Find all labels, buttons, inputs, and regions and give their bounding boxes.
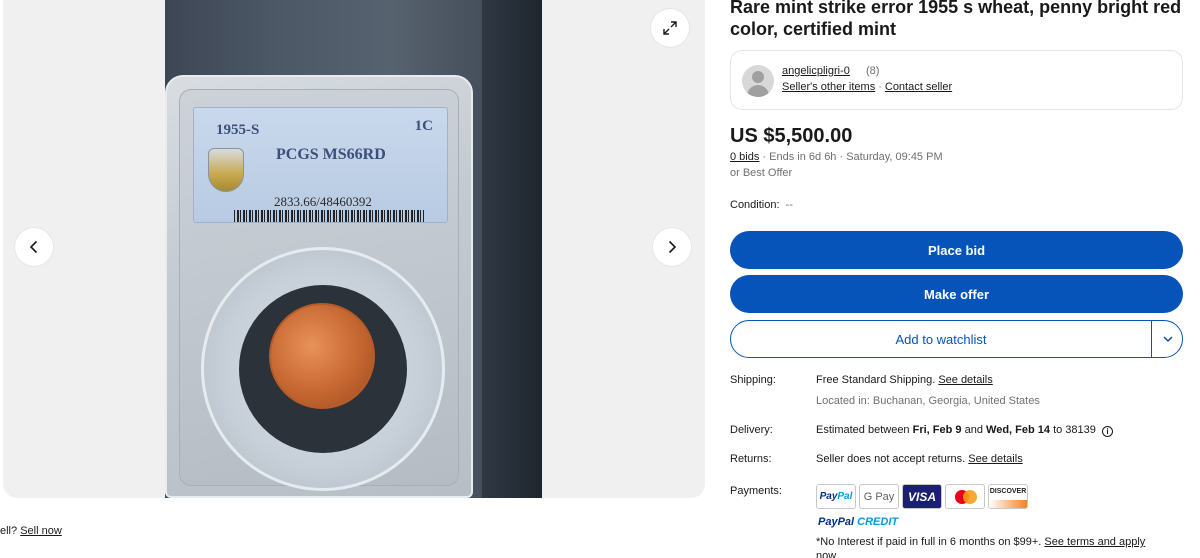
pcgs-shield-icon [208,148,244,192]
slab-year: 1955-S [216,122,260,138]
expand-icon [663,21,677,35]
coin-slab: 1955-S 1C PCGS MS66RD 2833.66/48460392 [165,75,473,498]
shipping-value: Free Standard Shipping. See details [816,374,993,386]
image-gallery: 1955-S 1C PCGS MS66RD 2833.66/48460392 [3,0,705,498]
contact-seller-link[interactable]: Contact seller [885,81,952,93]
separator-dot: · [878,81,882,93]
delivery-start: Fri, Feb 9 [912,424,962,436]
paypal-a: Pay [819,491,838,502]
mastercard-logo-icon [945,484,985,509]
seller-feedback-count: (8) [866,65,880,77]
shipping-label: Shipping: [730,374,776,386]
payment-methods: Pay Pal G Pay VISA DISCOVER [816,484,1028,509]
delivery-suffix: to 38139 [1053,424,1096,436]
avatar-body [747,85,769,97]
avatar-head [752,71,764,83]
shipping-text: Free Standard Shipping. [816,374,936,386]
seller-links: Seller's other items · Contact seller [782,81,952,93]
make-offer-button[interactable]: Make offer [730,275,1183,313]
delivery-end: Wed, Feb 14 [986,424,1050,436]
avatar[interactable] [742,65,774,97]
place-bid-button[interactable]: Place bid [730,231,1183,269]
discover-logo-icon: DISCOVER [988,484,1028,509]
bids-link[interactable]: 0 bids [730,151,759,163]
paypal-credit-a: PayPal [818,516,855,528]
price: US $5,500.00 [730,125,853,147]
sell-prompt: ell? Sell now [0,525,62,537]
delivery-prefix: Estimated between [816,424,910,436]
seller-other-items-link[interactable]: Seller's other items [782,81,875,93]
paypal-credit-b: CREDIT [857,516,899,528]
returns-label: Returns: [730,453,772,465]
sell-prompt-text: ell? [0,525,18,537]
condition: Condition: -- [730,199,793,211]
condition-label: Condition: [730,199,780,211]
returns-value: Seller does not accept returns. See deta… [816,453,1023,465]
penny-coin [269,303,375,409]
seller-name-link[interactable]: angelicpligri-0 [782,65,850,77]
discover-bar [989,500,1027,508]
info-icon[interactable]: i [1101,426,1113,437]
separator-dot: · [762,151,767,163]
listing-title: Rare mint strike error 1955 s wheat, pen… [730,0,1182,39]
item-location: Located in: Buchanan, Georgia, United St… [816,395,1040,407]
condition-value: -- [785,199,793,211]
chevron-down-icon [1162,336,1173,343]
seller-card: angelicpligri-0 (8) Seller's other items… [730,50,1183,110]
auction-ends: Ends in 6d 6h · Saturday, 09:45 PM [769,151,943,163]
delivery-value: Estimated between Fri, Feb 9 and Wed, Fe… [816,424,1113,437]
paypal-b: Pal [837,491,853,502]
watchlist-control: Add to watchlist [730,320,1183,358]
delivery-and: and [964,424,983,436]
visa-logo-icon: VISA [902,484,942,509]
delivery-label: Delivery: [730,424,773,436]
financing-text: *No Interest if paid in full in 6 months… [816,536,1042,548]
slab-cert: 2833.66/48460392 [274,194,372,209]
shipping-details-link[interactable]: See details [938,374,992,386]
prev-image-button[interactable] [15,228,53,266]
returns-text: Seller does not accept returns. [816,453,966,465]
next-image-button[interactable] [653,228,691,266]
add-to-watchlist-button[interactable]: Add to watchlist [731,321,1151,357]
chevron-right-icon [668,240,677,254]
discover-text: DISCOVER [989,488,1027,495]
sell-now-link[interactable]: Sell now [20,525,62,537]
returns-details-link[interactable]: See details [968,453,1022,465]
photo-case-edge [482,0,542,498]
paypal-credit-logo-icon: PayPal CREDIT [818,516,898,528]
slab-denomination: 1C [414,118,433,134]
watchlist-dropdown-button[interactable] [1152,321,1183,357]
expand-button[interactable] [651,9,689,47]
slab-label: 1955-S 1C PCGS MS66RD 2833.66/48460392 [193,107,448,223]
payments-label: Payments: [730,485,782,497]
financing-note: *No Interest if paid in full in 6 months… [816,535,1161,558]
chevron-left-icon [29,240,38,254]
best-offer-text: or Best Offer [730,167,793,179]
listing-photo[interactable]: 1955-S 1C PCGS MS66RD 2833.66/48460392 [165,0,542,498]
paypal-logo-icon: Pay Pal [816,484,856,509]
mastercard-orange-circle [963,490,977,504]
bids-line: 0 bids · Ends in 6d 6h · Saturday, 09:45… [730,151,943,163]
barcode [234,210,424,222]
slab-grade: PCGS MS66RD [276,146,386,163]
google-pay-logo-icon: G Pay [859,484,899,509]
